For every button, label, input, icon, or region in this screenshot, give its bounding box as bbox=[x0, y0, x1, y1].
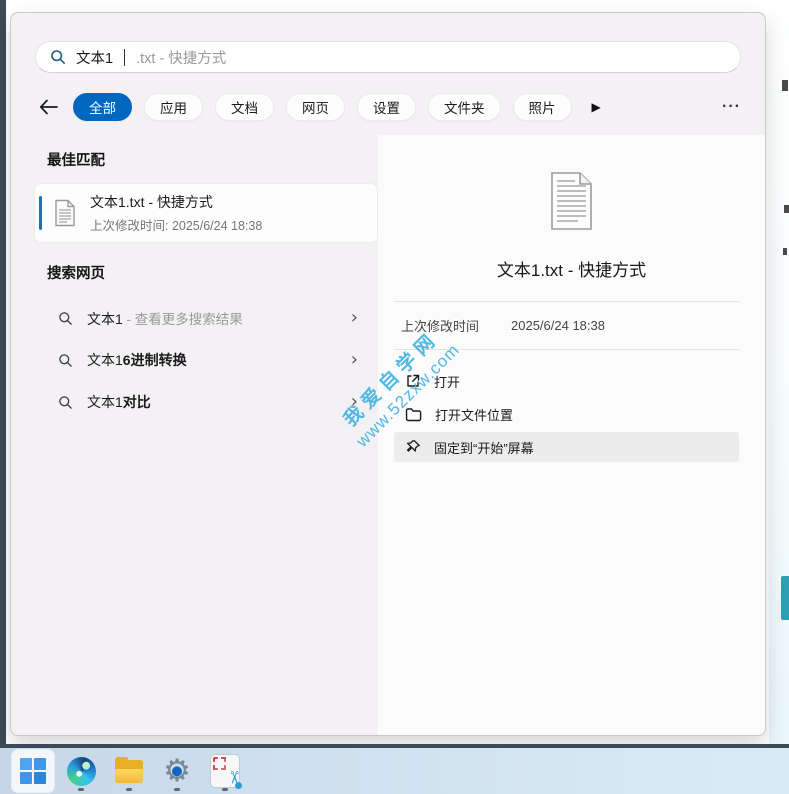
edge-browser-icon bbox=[67, 757, 96, 786]
search-icon bbox=[58, 395, 73, 410]
best-match-title: 文本1.txt - 快捷方式 bbox=[90, 192, 262, 212]
settings-gear-icon: ⚙ bbox=[160, 754, 194, 788]
text-file-icon-large bbox=[548, 171, 595, 231]
best-match-result[interactable]: 文本1.txt - 快捷方式 上次修改时间: 2025/6/24 18:38 bbox=[35, 184, 377, 242]
divider bbox=[394, 349, 739, 350]
action-label: 打开文件位置 bbox=[435, 405, 513, 424]
tab-photos[interactable]: 照片 bbox=[513, 93, 572, 121]
action-list: 打开 打开文件位置 固定到“开始”屏幕 bbox=[378, 366, 765, 462]
best-match-heading: 最佳匹配 bbox=[47, 149, 378, 170]
search-icon bbox=[58, 353, 73, 368]
search-typed-text: 文本1 bbox=[76, 47, 113, 68]
taskbar: ⚙ ✂ bbox=[0, 744, 789, 794]
taskbar-settings-button[interactable]: ⚙ bbox=[156, 750, 198, 792]
action-label: 固定到“开始”屏幕 bbox=[434, 438, 534, 457]
desktop-icon-fragment bbox=[781, 576, 789, 620]
search-icon bbox=[58, 311, 73, 326]
chevron-right-icon[interactable]: › bbox=[351, 393, 358, 411]
web-search-item-label: 文本1 - 查看更多搜索结果 bbox=[87, 308, 243, 329]
start-button[interactable] bbox=[12, 750, 54, 792]
search-results-area: 最佳匹配 文本1.txt - 快捷方式 上次修改时间: 2025/6/24 18… bbox=[11, 135, 765, 735]
detail-value: 2025/6/24 18:38 bbox=[511, 318, 605, 333]
filter-tabs-row: 全部 应用 文档 网页 设置 文件夹 照片 ▶ ··· bbox=[35, 91, 747, 123]
desktop-icon-fragment bbox=[784, 205, 789, 213]
taskbar-edge-button[interactable] bbox=[60, 750, 102, 792]
preview-title: 文本1.txt - 快捷方式 bbox=[378, 256, 765, 281]
tabs-overflow-icon[interactable]: ▶ bbox=[592, 100, 601, 114]
search-input[interactable]: 文本1 .txt - 快捷方式 bbox=[35, 41, 741, 73]
web-search-item[interactable]: 文本16进制转换 › bbox=[11, 339, 378, 381]
pin-icon bbox=[405, 439, 421, 455]
tab-settings[interactable]: 设置 bbox=[357, 93, 416, 121]
web-search-list: 文本1 - 查看更多搜索结果 › 文本16进制转换 › 文本1对比 › bbox=[11, 297, 378, 423]
selection-accent-bar bbox=[39, 196, 42, 230]
file-explorer-icon bbox=[115, 760, 143, 783]
preview-pane: 文本1.txt - 快捷方式 上次修改时间 2025/6/24 18:38 打开 bbox=[378, 135, 765, 735]
text-file-icon bbox=[53, 199, 77, 227]
open-file-location-action[interactable]: 打开文件位置 bbox=[394, 399, 739, 429]
open-action[interactable]: 打开 bbox=[394, 366, 739, 396]
detail-label: 上次修改时间 bbox=[401, 316, 511, 335]
desktop-icon-fragment bbox=[782, 80, 788, 91]
web-search-item-label: 文本1对比 bbox=[87, 392, 151, 412]
tab-folders[interactable]: 文件夹 bbox=[428, 93, 501, 121]
text-caret bbox=[124, 49, 125, 66]
back-button[interactable] bbox=[35, 94, 61, 120]
best-match-text: 文本1.txt - 快捷方式 上次修改时间: 2025/6/24 18:38 bbox=[90, 192, 262, 234]
pin-to-start-action[interactable]: 固定到“开始”屏幕 bbox=[394, 432, 739, 462]
desktop-sliver bbox=[769, 0, 789, 744]
chevron-right-icon[interactable]: › bbox=[351, 351, 358, 369]
open-external-icon bbox=[405, 373, 421, 389]
results-list-column: 最佳匹配 文本1.txt - 快捷方式 上次修改时间: 2025/6/24 18… bbox=[11, 135, 378, 735]
web-search-item-label: 文本16进制转换 bbox=[87, 350, 187, 370]
background-window-edge bbox=[0, 0, 6, 744]
running-indicator bbox=[126, 788, 132, 791]
running-indicator bbox=[78, 788, 84, 791]
tab-documents[interactable]: 文档 bbox=[215, 93, 274, 121]
running-indicator bbox=[174, 788, 180, 791]
chevron-right-icon[interactable]: › bbox=[351, 309, 358, 327]
search-icon bbox=[50, 49, 66, 65]
windows-logo-icon bbox=[20, 758, 46, 784]
tab-apps[interactable]: 应用 bbox=[144, 93, 203, 121]
taskbar-file-explorer-button[interactable] bbox=[108, 750, 150, 792]
web-search-item[interactable]: 文本1对比 › bbox=[11, 381, 378, 423]
back-arrow-icon bbox=[39, 99, 58, 115]
taskbar-snipping-tool-button[interactable]: ✂ bbox=[204, 750, 246, 792]
detail-row: 上次修改时间 2025/6/24 18:38 bbox=[378, 302, 765, 349]
best-match-subtitle: 上次修改时间: 2025/6/24 18:38 bbox=[90, 215, 262, 234]
web-search-item[interactable]: 文本1 - 查看更多搜索结果 › bbox=[11, 297, 378, 339]
windows-search-panel: 文本1 .txt - 快捷方式 全部 应用 文档 网页 设置 文件夹 照片 ▶ … bbox=[10, 12, 766, 736]
tab-web[interactable]: 网页 bbox=[286, 93, 345, 121]
more-options-icon[interactable]: ··· bbox=[716, 98, 747, 116]
running-indicator bbox=[222, 788, 228, 791]
action-label: 打开 bbox=[434, 372, 460, 391]
folder-icon bbox=[405, 407, 422, 422]
web-search-heading: 搜索网页 bbox=[47, 262, 378, 283]
snipping-tool-icon: ✂ bbox=[211, 755, 239, 787]
desktop-icon-fragment bbox=[783, 248, 787, 255]
tab-all[interactable]: 全部 bbox=[73, 93, 132, 121]
search-suggestion-text: .txt - 快捷方式 bbox=[136, 47, 226, 68]
